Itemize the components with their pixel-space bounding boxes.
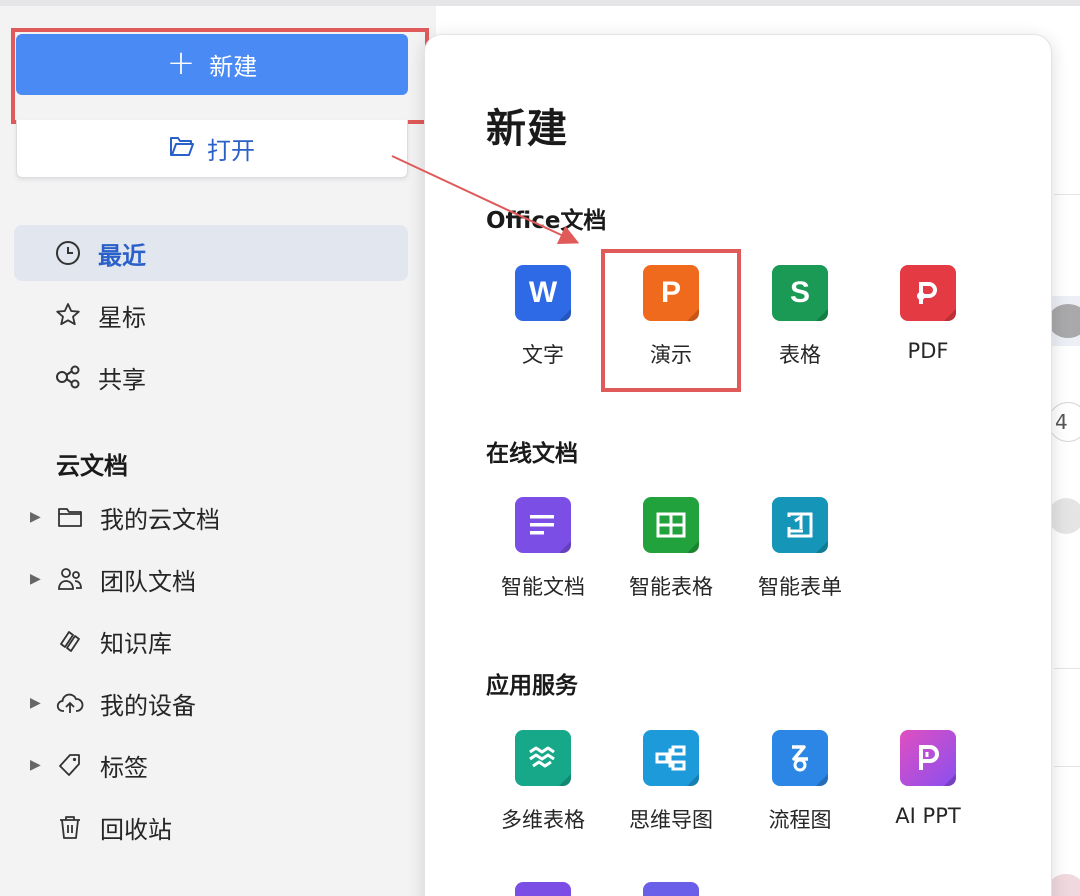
- cloud-upload-icon: [56, 689, 84, 717]
- list-separator: [1054, 194, 1080, 195]
- expand-arrow-icon[interactable]: ▶: [30, 757, 48, 773]
- clock-icon: [54, 239, 82, 267]
- new-smart-doc[interactable]: 智能文档: [483, 497, 603, 607]
- presentation-highlight-box: [601, 249, 741, 392]
- pdf-icon: [900, 265, 956, 321]
- app-label: 多维表格: [501, 808, 585, 832]
- nav-item-starred[interactable]: 星标: [14, 287, 408, 343]
- new-mind-map[interactable]: 思维导图: [611, 730, 731, 840]
- tree-item-label: 知识库: [100, 629, 172, 658]
- nav-item-label: 星标: [98, 303, 146, 332]
- multi-table-icon: [515, 730, 571, 786]
- star-icon: [54, 301, 82, 329]
- folder-open-icon: [169, 134, 195, 164]
- tree-item-my-devices[interactable]: ▶ 我的设备: [24, 675, 408, 731]
- team-icon: [56, 565, 84, 593]
- app-label: AI PPT: [895, 804, 961, 828]
- expand-arrow-icon[interactable]: ▶: [30, 509, 48, 525]
- app-label: 智能表单: [758, 575, 842, 599]
- annotation-arrow: [391, 155, 580, 244]
- tree-item-my-cloud-docs[interactable]: ▶ 我的云文档: [24, 489, 408, 545]
- expand-arrow-icon[interactable]: ▶: [30, 695, 48, 711]
- new-smart-form[interactable]: 智能表单: [740, 497, 860, 607]
- tree-item-label: 回收站: [100, 815, 172, 844]
- smart-form-icon: [772, 497, 828, 553]
- nav-item-label: 最近: [98, 241, 146, 270]
- group-title-apps: 应用服务: [486, 673, 578, 699]
- app-label: PDF: [907, 339, 949, 363]
- app-label: 智能文档: [501, 575, 585, 599]
- app-label: 文字: [522, 343, 564, 367]
- avatar: [1048, 874, 1080, 896]
- avatar: [1048, 304, 1080, 338]
- smart-doc-icon: [515, 497, 571, 553]
- expand-arrow-icon[interactable]: ▶: [30, 571, 48, 587]
- partial-app-icon[interactable]: [515, 882, 571, 896]
- trash-icon: [56, 813, 84, 841]
- nav-item-shared[interactable]: 共享: [14, 349, 408, 405]
- app-label: 表格: [779, 343, 821, 367]
- panel-title: 新建: [486, 106, 568, 152]
- tree-item-trash[interactable]: 回收站: [24, 799, 408, 855]
- folder-icon: [56, 503, 84, 531]
- smart-sheet-icon: [643, 497, 699, 553]
- new-ai-ppt[interactable]: AI PPT: [868, 730, 988, 840]
- nav-item-label: 共享: [98, 365, 146, 394]
- tree-item-label: 我的设备: [100, 691, 196, 720]
- app-label: 思维导图: [629, 808, 713, 832]
- open-button-label: 打开: [207, 137, 255, 165]
- new-button-highlight-box: [11, 28, 429, 124]
- tree-item-team-docs[interactable]: ▶ 团队文档: [24, 551, 408, 607]
- new-word-doc[interactable]: W 文字: [483, 265, 603, 375]
- knowledge-icon: [56, 627, 84, 655]
- share-icon: [54, 363, 82, 391]
- group-title-online: 在线文档: [486, 441, 578, 467]
- tag-icon: [56, 751, 84, 779]
- new-smart-sheet[interactable]: 智能表格: [611, 497, 731, 607]
- mind-map-icon: [643, 730, 699, 786]
- ai-ppt-icon: [900, 730, 956, 786]
- new-flowchart[interactable]: 流程图: [740, 730, 860, 840]
- new-pdf[interactable]: PDF: [868, 265, 988, 375]
- spreadsheet-icon: S: [772, 265, 828, 321]
- tree-item-tags[interactable]: ▶ 标签: [24, 737, 408, 793]
- nav-item-recent[interactable]: 最近: [14, 225, 408, 281]
- app-label: 流程图: [768, 808, 832, 832]
- avatar: [1048, 498, 1080, 534]
- open-button[interactable]: 打开: [16, 120, 408, 178]
- new-multi-table[interactable]: 多维表格: [483, 730, 603, 840]
- tree-item-knowledge-base[interactable]: 知识库: [24, 613, 408, 669]
- cloud-docs-heading: 云文档: [56, 452, 128, 480]
- list-separator: [1054, 668, 1080, 669]
- new-spreadsheet[interactable]: S 表格: [740, 265, 860, 375]
- tree-item-label: 团队文档: [100, 567, 196, 596]
- partial-app-icon[interactable]: [643, 882, 699, 896]
- count-badge: 4: [1048, 402, 1080, 442]
- app-label: 智能表格: [629, 575, 713, 599]
- flowchart-icon: [772, 730, 828, 786]
- list-separator: [1054, 766, 1080, 767]
- tree-item-label: 标签: [100, 753, 148, 782]
- tree-item-label: 我的云文档: [100, 505, 220, 534]
- word-icon: W: [515, 265, 571, 321]
